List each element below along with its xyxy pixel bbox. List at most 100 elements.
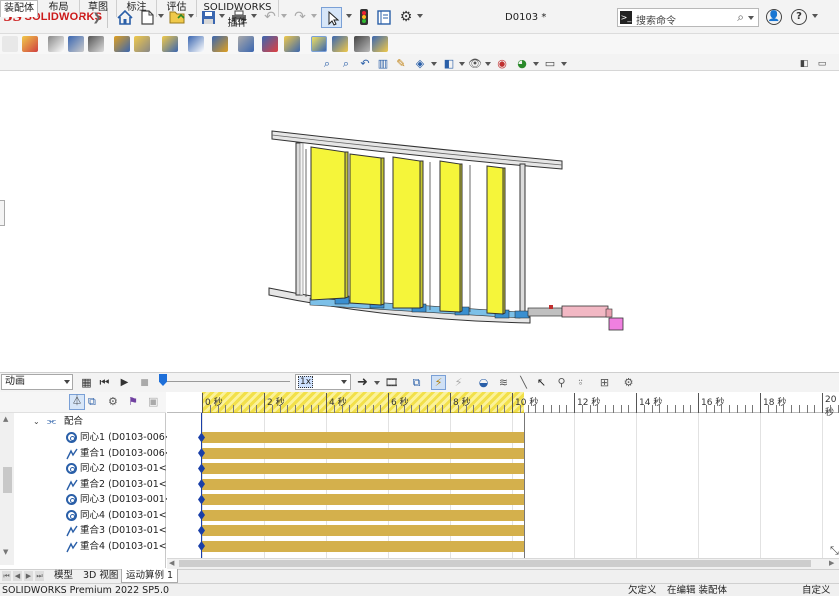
file-properties-icon[interactable] xyxy=(375,8,393,26)
editing-status[interactable]: 在编辑 装配体 xyxy=(667,585,727,597)
tab-3d-views[interactable]: 3D 视图 xyxy=(79,569,122,583)
component-preview-icon[interactable] xyxy=(68,36,84,52)
paperclip-icon[interactable] xyxy=(48,36,64,52)
force-icon[interactable]: ↖ xyxy=(534,375,549,390)
playback-mode-dropdown-icon[interactable] xyxy=(374,381,380,385)
tab-motion-study-1[interactable]: 运动算例 1 xyxy=(121,569,179,583)
filter-animated-icon[interactable]: ⏃ xyxy=(69,394,85,410)
linear-pattern-icon[interactable] xyxy=(88,36,104,52)
move-component-icon[interactable] xyxy=(134,36,150,52)
stop-icon[interactable]: ■ xyxy=(137,375,152,390)
maximize-window-icon[interactable]: ▭ xyxy=(815,57,829,70)
user-account-icon[interactable]: 👤 xyxy=(766,9,782,25)
smart-fasteners-icon[interactable] xyxy=(114,36,130,52)
scroll-left-icon[interactable]: ◀ xyxy=(169,559,174,567)
tab-sketch[interactable]: 草图 xyxy=(80,0,117,17)
filter-selected-icon[interactable]: ⚙ xyxy=(108,395,118,408)
results-and-plots-icon[interactable]: ⊞ xyxy=(597,375,612,390)
undo-dropdown-arrow-icon[interactable] xyxy=(281,14,287,18)
first-tab-icon[interactable]: ⏮ xyxy=(2,571,11,581)
timeline-bar[interactable] xyxy=(202,525,525,536)
contact-icon[interactable]: ⚲ xyxy=(554,375,569,390)
exploded-view-icon[interactable] xyxy=(284,36,300,52)
tree-row-mate[interactable]: 重合1 (D0103-006<1 xyxy=(0,446,179,461)
display-style-dropdown-icon[interactable] xyxy=(459,62,465,66)
view-settings-dropdown-icon[interactable] xyxy=(561,62,567,66)
new-motion-study-icon[interactable] xyxy=(238,36,254,52)
select-dropdown-arrow-icon[interactable] xyxy=(346,14,352,18)
play-from-start-icon[interactable]: ⏮ xyxy=(97,375,112,390)
restore-window-icon[interactable]: ◧ xyxy=(797,57,811,70)
view-orientation-icon[interactable]: ◈ xyxy=(413,57,427,70)
hide-show-items-icon[interactable]: 👁 xyxy=(468,57,482,70)
tree-row-mate[interactable]: 重合2 (D0103-01<1> xyxy=(0,477,181,492)
timeline-bar[interactable] xyxy=(202,447,525,459)
select-tool-button[interactable] xyxy=(321,7,342,28)
tab-model[interactable]: 模型 xyxy=(50,569,77,583)
edit-appearance-icon[interactable]: ◉ xyxy=(495,57,509,70)
tree-row-mate[interactable]: 同心3 (D0103-001<1 xyxy=(0,492,179,507)
tree-row-mate[interactable]: 重合4 (D0103-01<1> xyxy=(0,539,181,554)
search-input[interactable]: >_ 搜索命令 ⌕ xyxy=(617,8,759,27)
timeline-bar[interactable] xyxy=(202,494,525,505)
reference-geometry-icon[interactable] xyxy=(212,36,228,52)
damper-icon[interactable]: ╲ xyxy=(516,375,531,390)
tree-row-mate[interactable]: 同心2 (D0103-01<1> xyxy=(0,461,181,476)
show-hidden-icon[interactable] xyxy=(162,36,178,52)
filter-results-icon[interactable]: ⚑ xyxy=(128,395,138,408)
tab-assembly[interactable]: 装配体 xyxy=(0,0,38,17)
save-animation-icon[interactable]: 🎞 xyxy=(384,375,399,390)
add-update-key-icon[interactable]: ⚡ xyxy=(451,375,466,390)
tab-markup[interactable]: 标注 xyxy=(117,0,157,17)
zoom-timeline-icon[interactable]: ⤡ xyxy=(830,544,839,558)
motor-icon[interactable]: ◒ xyxy=(476,375,491,390)
large-assembly-mode-icon[interactable] xyxy=(372,36,388,52)
zoom-to-area-icon[interactable]: ⌕ xyxy=(339,57,353,70)
bill-of-materials-icon[interactable] xyxy=(262,36,278,52)
timeline-bar[interactable] xyxy=(202,432,525,443)
redo-icon[interactable]: ↷ xyxy=(291,8,309,26)
tree-row-mate[interactable]: 同心1 (D0103-006<1 xyxy=(0,430,179,445)
search-dropdown-arrow-icon[interactable] xyxy=(748,16,754,20)
redo-dropdown-arrow-icon[interactable] xyxy=(311,14,317,18)
view-orientation-dropdown-icon[interactable] xyxy=(431,62,437,66)
tab-solidworks-addins[interactable]: SOLIDWORKS 插件 xyxy=(197,0,279,29)
display-style-icon[interactable]: ◧ xyxy=(442,57,456,70)
help-dropdown-arrow-icon[interactable] xyxy=(812,14,818,18)
calculate-icon[interactable]: ▦ xyxy=(79,375,94,390)
zoom-to-fit-icon[interactable]: ⌕ xyxy=(320,57,334,70)
filter-driving-icon[interactable]: ⧉ xyxy=(88,395,96,409)
autokey-icon[interactable]: ⚡ xyxy=(431,375,446,390)
tree-folder-mates[interactable]: ⌄ ⫘ 配合 xyxy=(0,414,166,429)
options-dropdown-arrow-icon[interactable] xyxy=(417,14,423,18)
section-view-icon[interactable]: ▥ xyxy=(376,57,390,70)
tab-layout[interactable]: 布局 xyxy=(38,0,80,17)
tree-row-mate[interactable]: 同心4 (D0103-01<1> xyxy=(0,508,181,523)
scroll-right-icon[interactable]: ▶ xyxy=(829,559,834,567)
hide-show-dropdown-icon[interactable] xyxy=(485,62,491,66)
custom-units[interactable]: 自定义 xyxy=(802,585,831,597)
help-icon[interactable]: ? xyxy=(791,9,807,25)
apply-scene-dropdown-icon[interactable] xyxy=(533,62,539,66)
update-speedpak-icon[interactable] xyxy=(332,36,348,52)
study-type-select[interactable]: 动画 xyxy=(1,374,73,390)
gravity-icon[interactable]: ⍤ xyxy=(573,375,588,390)
timeline-bar[interactable] xyxy=(202,509,525,521)
motion-study-properties-icon[interactable]: ⚙ xyxy=(621,375,636,390)
playback-speed-select[interactable]: 1x xyxy=(295,374,351,390)
previous-tab-icon[interactable]: ◀ xyxy=(13,571,22,581)
traffic-light-icon[interactable] xyxy=(355,8,373,26)
collapse-tree-icon[interactable]: ▣ xyxy=(148,395,158,408)
timeline-bar[interactable] xyxy=(202,478,525,490)
search-icon[interactable]: ⌕ xyxy=(737,10,744,25)
gear-icon[interactable]: ⚙ xyxy=(397,8,415,26)
playback-mode-arrow-icon[interactable]: ➜ xyxy=(355,375,370,390)
timeline-bar[interactable] xyxy=(202,540,525,552)
timeline-scroll-thumb[interactable] xyxy=(179,560,811,567)
feature-manager-flyout-handle[interactable] xyxy=(0,200,5,226)
graphics-area[interactable] xyxy=(0,72,839,372)
dynamic-annotation-icon[interactable]: ✎ xyxy=(394,57,408,70)
playback-slider-track[interactable] xyxy=(162,381,290,382)
tree-row-mate[interactable]: 重合3 (D0103-01<1> xyxy=(0,523,181,538)
insert-component-icon[interactable] xyxy=(2,36,18,52)
